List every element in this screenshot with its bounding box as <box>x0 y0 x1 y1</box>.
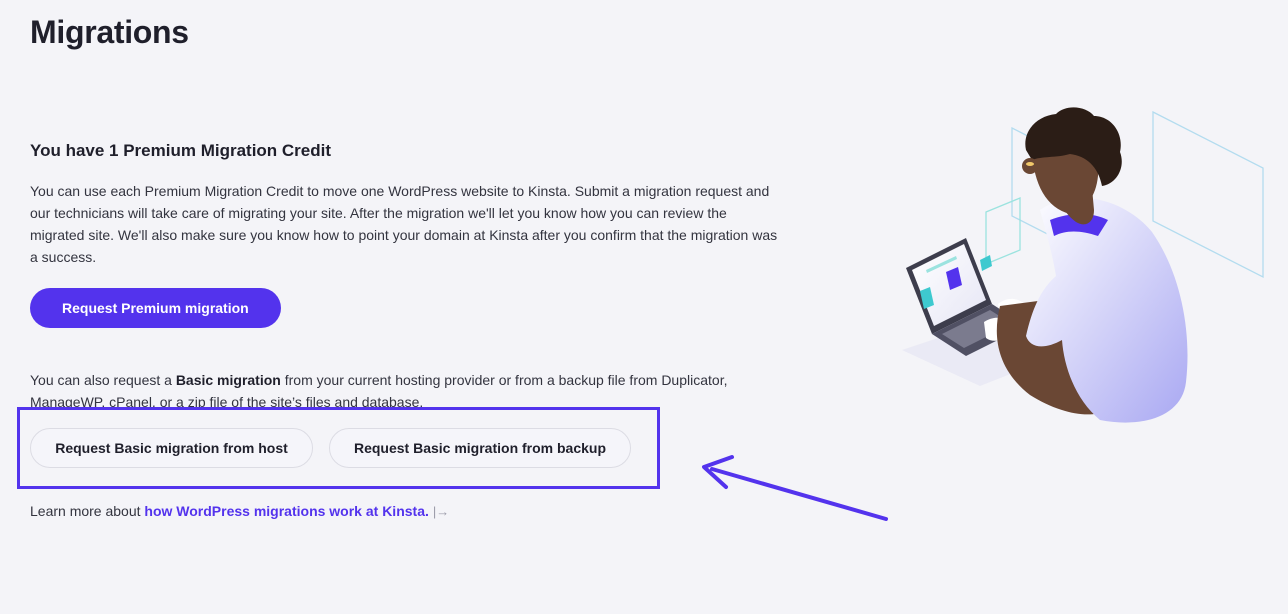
premium-credit-description: You can use each Premium Migration Credi… <box>30 183 778 265</box>
learn-more-text: Learn more about how WordPress migration… <box>30 501 449 522</box>
basic-description-prefix: You can also request a <box>30 372 176 388</box>
premium-credit-heading: You have 1 Premium Migration Credit <box>30 141 332 160</box>
learn-more-prefix: Learn more about <box>30 503 145 519</box>
person-with-laptop-illustration <box>902 107 1264 423</box>
request-premium-migration-button[interactable]: Request Premium migration <box>30 288 281 328</box>
request-basic-migration-backup-button[interactable]: Request Basic migration from backup <box>329 428 631 468</box>
migrations-docs-link[interactable]: how WordPress migrations work at Kinsta. <box>144 503 428 519</box>
request-basic-migration-host-button[interactable]: Request Basic migration from host <box>30 428 313 468</box>
annotation-arrow-icon <box>702 455 888 521</box>
external-link-icon: |→ <box>432 504 450 519</box>
page-title: Migrations <box>30 14 189 50</box>
basic-migration-bold: Basic migration <box>175 372 281 388</box>
